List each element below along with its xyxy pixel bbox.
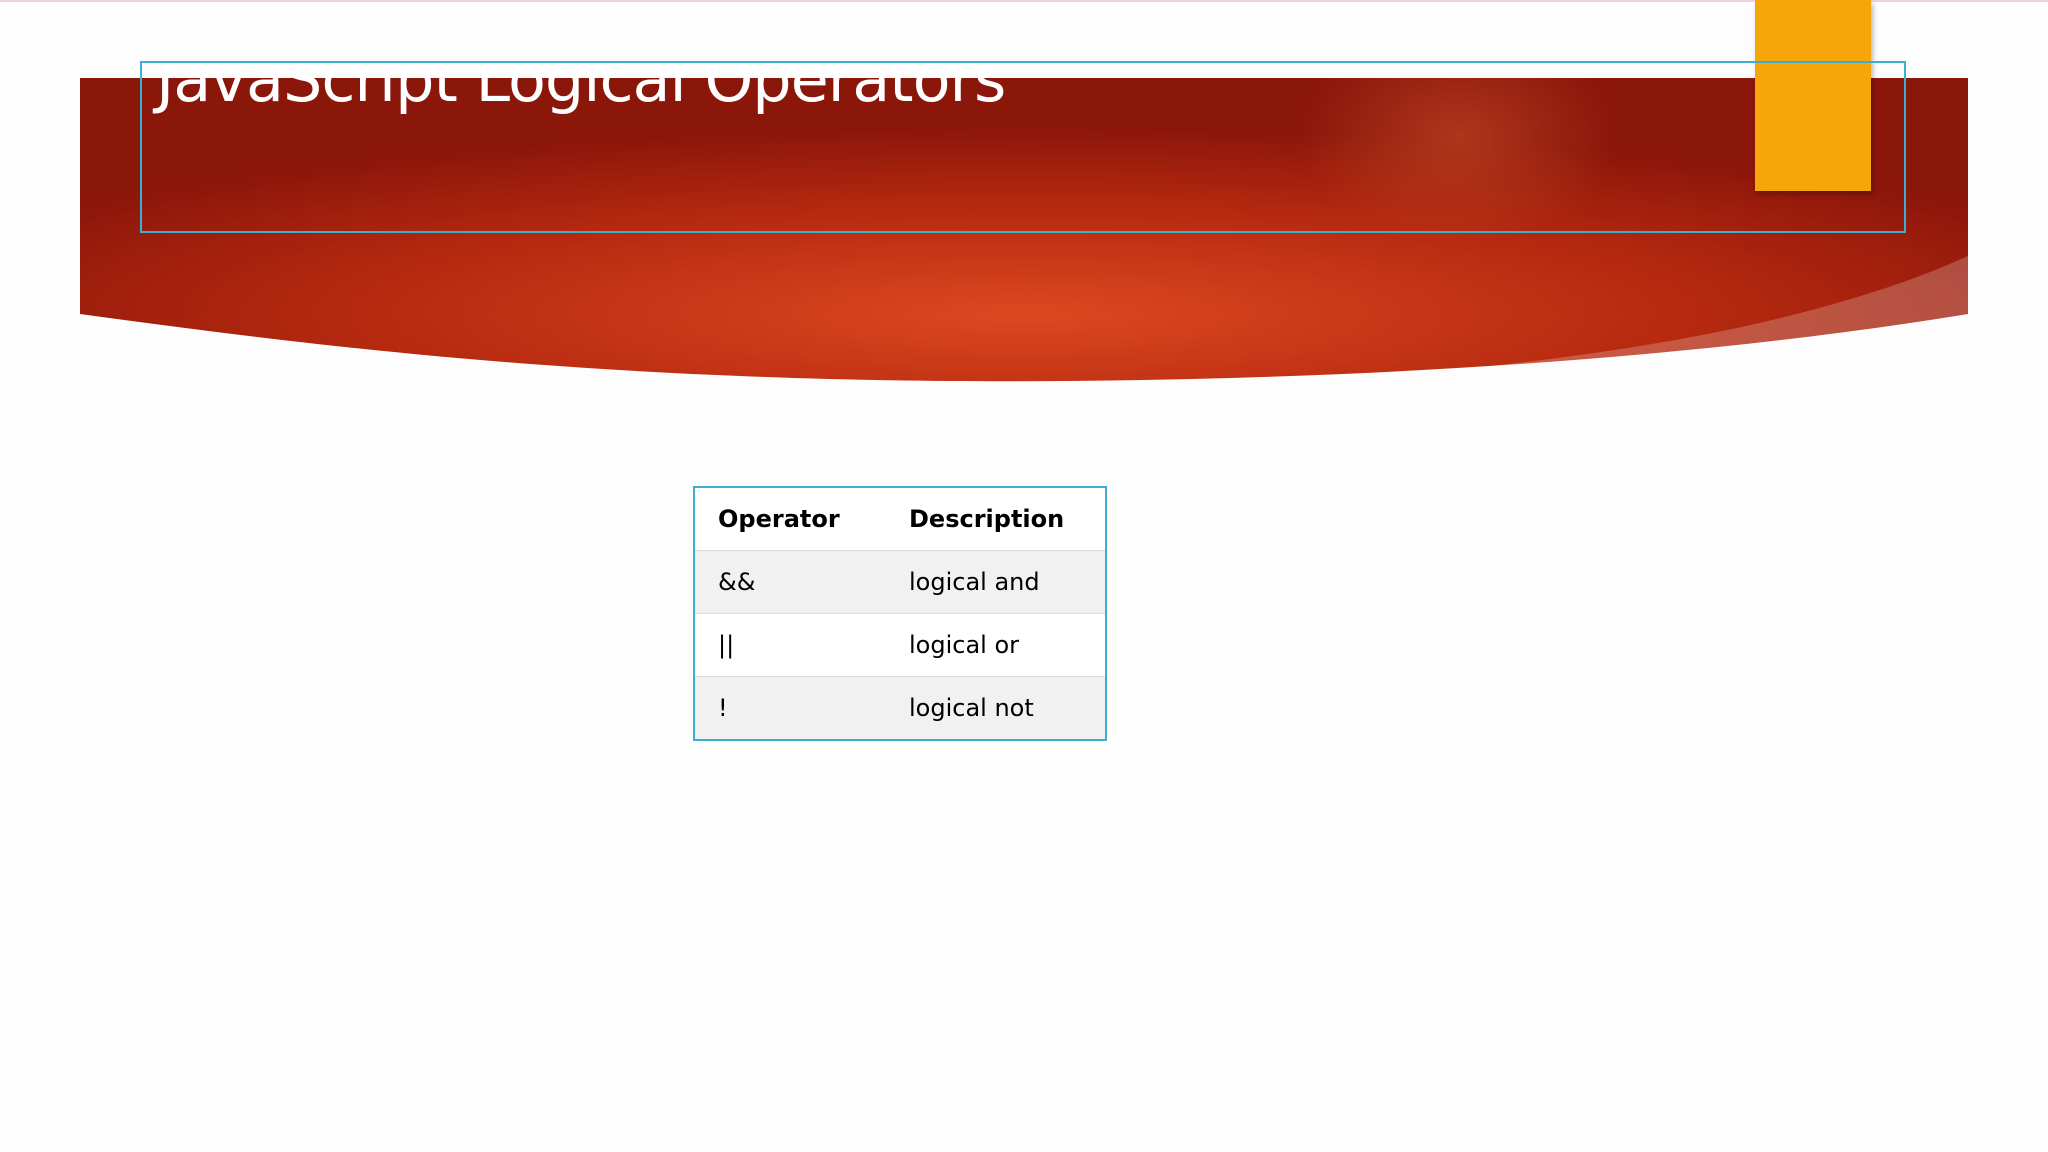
table-header-cell: Description xyxy=(909,505,1065,533)
table-header-cell: Operator xyxy=(718,505,840,533)
table-cell: logical and xyxy=(886,550,1106,614)
operators-table[interactable]: Operator Description && logical and || l… xyxy=(693,486,1107,741)
slide-title[interactable]: JavaScript Logical Operators xyxy=(156,63,1006,117)
table-cell: logical or xyxy=(886,613,1106,677)
slide-top-edge xyxy=(0,0,2048,2)
table-cell: || xyxy=(694,613,886,677)
table-header-row: Operator Description xyxy=(694,487,1106,551)
title-placeholder[interactable]: JavaScript Logical Operators xyxy=(140,61,1906,233)
table-row: && logical and xyxy=(694,550,1106,614)
table-row: ! logical not xyxy=(694,676,1106,740)
table-row: || logical or xyxy=(694,613,1106,677)
table-cell: logical not xyxy=(886,676,1106,740)
slide: JavaScript Logical Operators Operator De… xyxy=(0,0,2048,1152)
table-cell: ! xyxy=(694,676,886,740)
table-cell: && xyxy=(694,550,886,614)
